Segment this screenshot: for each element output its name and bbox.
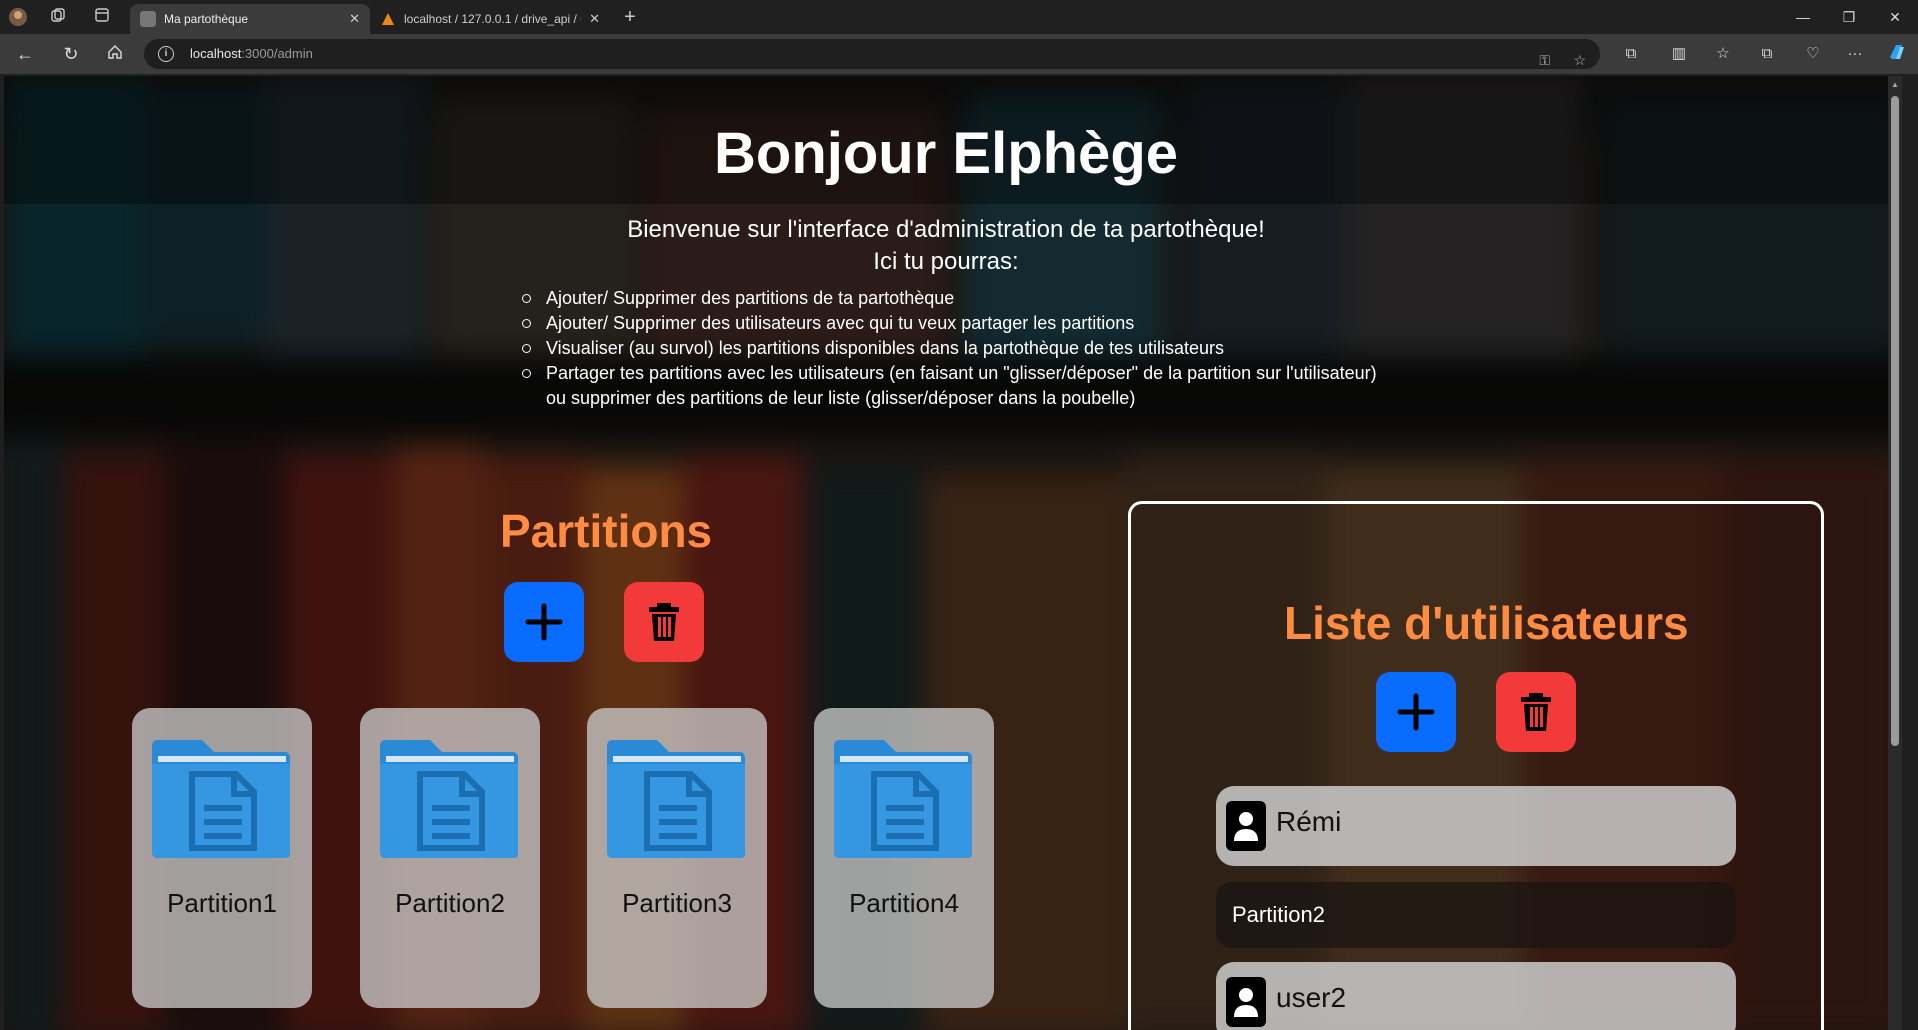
collections-icon[interactable]: ⧉ bbox=[1754, 42, 1780, 66]
close-tab-icon[interactable]: ✕ bbox=[589, 11, 600, 27]
feature-item: Partager tes partitions avec les utilisa… bbox=[522, 361, 1377, 386]
feature-item: Ajouter/ Supprimer des partitions de ta … bbox=[522, 286, 1377, 311]
shared-partition-item[interactable]: Partition2 bbox=[1216, 882, 1736, 948]
browser-essentials-icon[interactable]: ♡ bbox=[1800, 42, 1826, 66]
trash-icon bbox=[1521, 693, 1551, 731]
workspaces-icon[interactable] bbox=[48, 7, 68, 27]
user-icon bbox=[1226, 801, 1266, 851]
folder-document-icon bbox=[607, 740, 745, 858]
partition-label: Partition3 bbox=[622, 888, 732, 918]
user-item[interactable]: user2 bbox=[1216, 962, 1736, 1030]
page-favicon-icon bbox=[140, 11, 156, 27]
copilot-icon[interactable] bbox=[1884, 42, 1910, 66]
partition-card[interactable]: Partition3 bbox=[587, 708, 767, 1008]
tab-title: Ma partothèque bbox=[164, 12, 249, 26]
page-viewport: Bonjour Elphège Bienvenue sur l'interfac… bbox=[4, 76, 1902, 1030]
partition-label: Partition4 bbox=[849, 888, 959, 918]
home-icon[interactable] bbox=[102, 42, 128, 66]
favorites-icon[interactable]: ☆ bbox=[1710, 42, 1736, 66]
plus-icon bbox=[525, 603, 563, 641]
minimize-icon[interactable]: — bbox=[1780, 0, 1826, 34]
partition-card[interactable]: Partition1 bbox=[132, 708, 312, 1008]
new-tab-icon[interactable]: + bbox=[620, 7, 640, 27]
add-user-button[interactable] bbox=[1376, 672, 1456, 752]
scrollbar-thumb[interactable] bbox=[1891, 96, 1899, 746]
folder-document-icon bbox=[152, 740, 290, 858]
feature-item: Ajouter/ Supprimer des utilisateurs avec… bbox=[522, 311, 1377, 336]
split-screen-icon[interactable]: ▥ bbox=[1666, 42, 1692, 66]
restore-icon[interactable]: ❐ bbox=[1826, 0, 1872, 34]
user-name: user2 bbox=[1276, 982, 1347, 1013]
vertical-tabs-icon[interactable] bbox=[92, 7, 112, 27]
profile-avatar-icon[interactable] bbox=[8, 7, 28, 27]
partition-label: Partition2 bbox=[395, 888, 505, 918]
partitions-title: Partitions bbox=[500, 505, 713, 557]
partition-label: Partition1 bbox=[167, 888, 277, 918]
address-host: localhost bbox=[190, 46, 242, 61]
address-bar[interactable]: i localhost:3000/admin ⚿ ☆ bbox=[144, 39, 1600, 69]
address-path: :3000/admin bbox=[241, 46, 313, 61]
user-name: Rémi bbox=[1276, 806, 1342, 837]
trash-icon bbox=[649, 603, 679, 641]
refresh-icon[interactable]: ↻ bbox=[58, 42, 84, 66]
welcome-line-1: Bienvenue sur l'interface d'administrati… bbox=[627, 216, 1265, 243]
page-scrollbar[interactable]: ▲ bbox=[1888, 76, 1902, 1030]
users-title: Liste d'utilisateurs bbox=[1284, 597, 1689, 649]
favorite-star-icon[interactable]: ☆ bbox=[1573, 45, 1586, 75]
browser-tab-bar: Ma partothèque ✕ localhost / 127.0.0.1 /… bbox=[0, 0, 1918, 34]
tab-phpmyadmin[interactable]: localhost / 127.0.0.1 / drive_api / u ✕ bbox=[370, 4, 610, 34]
add-partition-button[interactable] bbox=[504, 582, 584, 662]
site-info-icon[interactable]: i bbox=[158, 46, 174, 62]
page-title: Bonjour Elphège bbox=[714, 121, 1178, 186]
key-icon[interactable]: ⚿ bbox=[1539, 45, 1550, 75]
scroll-up-icon[interactable]: ▲ bbox=[1891, 80, 1899, 89]
delete-partition-button[interactable] bbox=[624, 582, 704, 662]
folder-document-icon bbox=[380, 740, 518, 858]
welcome-line-2: Ici tu pourras: bbox=[873, 248, 1019, 275]
tab-title: localhost / 127.0.0.1 / drive_api / u bbox=[404, 12, 582, 26]
feature-item-continued: ou supprimer des partitions de leur list… bbox=[546, 388, 1136, 408]
tab-ma-partotheque[interactable]: Ma partothèque ✕ bbox=[130, 4, 370, 34]
welcome-text: Bienvenue sur l'interface d'administrati… bbox=[4, 214, 1888, 278]
user-item[interactable]: Rémi bbox=[1216, 786, 1736, 866]
browser-toolbar: ← ↻ i localhost:3000/admin ⚿ ☆ ⧉ ▥ ☆ ⧉ ♡… bbox=[0, 34, 1918, 74]
feature-item: Visualiser (au survol) les partitions di… bbox=[522, 336, 1377, 361]
delete-user-button[interactable] bbox=[1496, 672, 1576, 752]
folder-document-icon bbox=[834, 740, 972, 858]
users-panel bbox=[1128, 501, 1824, 1030]
partition-card[interactable]: Partition4 bbox=[814, 708, 994, 1008]
close-tab-icon[interactable]: ✕ bbox=[349, 11, 360, 27]
close-window-icon[interactable]: ✕ bbox=[1872, 0, 1918, 34]
back-icon[interactable]: ← bbox=[12, 42, 38, 66]
user-icon bbox=[1226, 977, 1266, 1027]
feature-list: Ajouter/ Supprimer des partitions de ta … bbox=[522, 286, 1377, 411]
partition-card[interactable]: Partition2 bbox=[360, 708, 540, 1008]
plus-icon bbox=[1397, 693, 1435, 731]
phpmyadmin-favicon-icon bbox=[380, 11, 396, 27]
more-menu-icon[interactable]: ··· bbox=[1842, 42, 1868, 66]
extensions-icon[interactable]: ⧉ bbox=[1618, 42, 1644, 66]
